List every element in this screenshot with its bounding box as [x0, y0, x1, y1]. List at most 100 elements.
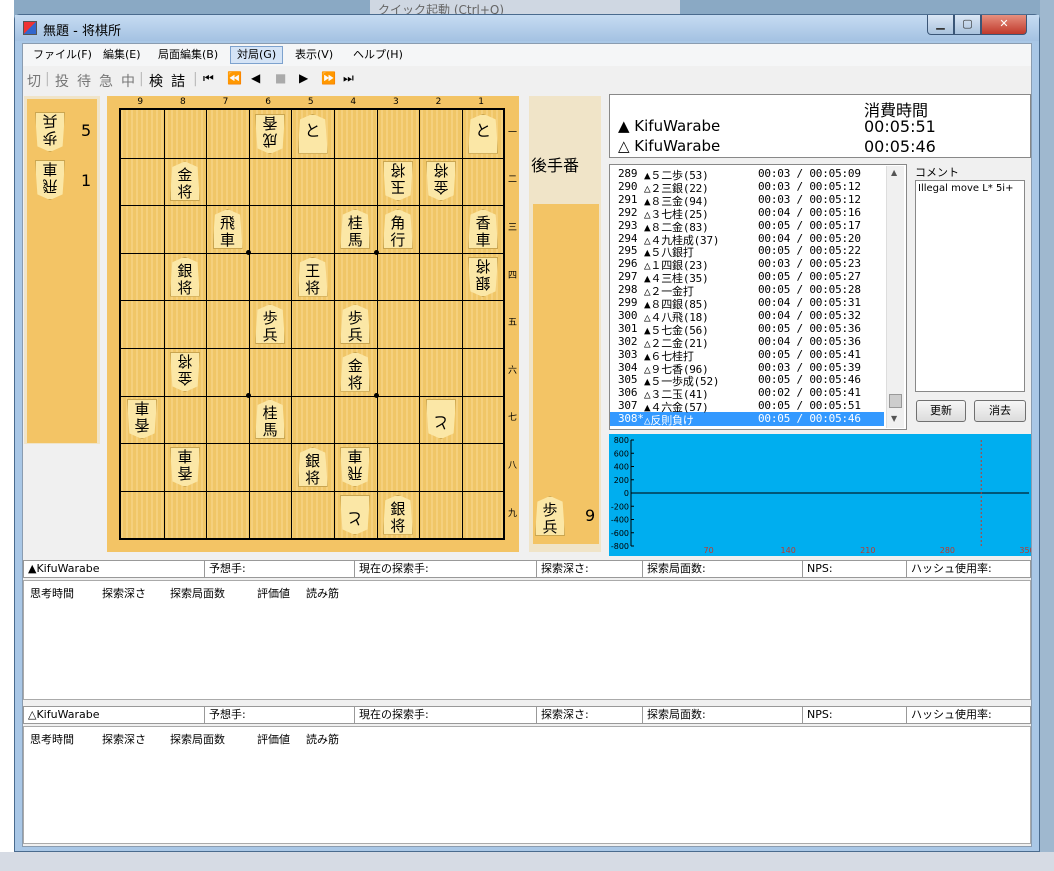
column-header[interactable]: 探索深さ — [102, 585, 146, 601]
gote-piece[interactable]: 香車 — [170, 447, 200, 487]
stop-icon[interactable]: ■ — [275, 71, 286, 85]
column-header[interactable]: 探索局面数 — [170, 585, 225, 601]
gote-hand-piece[interactable]: 飛車 — [35, 160, 65, 200]
column-header[interactable]: 読み筋 — [306, 585, 339, 601]
minimize-button[interactable]: ▁ — [927, 15, 954, 35]
gote-piece[interactable]: と — [340, 495, 370, 535]
column-header[interactable]: 思考時間 — [30, 731, 74, 747]
column-header[interactable]: 評価値 — [257, 731, 290, 747]
sente-piece[interactable]: 銀将 — [382, 494, 413, 535]
sente-piece[interactable]: 桂馬 — [340, 209, 371, 249]
sente-piece[interactable]: 角行 — [382, 209, 413, 249]
client-area: ファイル(F) 編集(E) 局面編集(B) 対局(G) 表示(V) ヘルプ(H)… — [22, 43, 1035, 847]
move-number: 306 — [618, 386, 638, 400]
sente-hand-piece[interactable]: 歩兵 — [535, 496, 565, 536]
column-header[interactable]: 読み筋 — [306, 731, 339, 747]
menu-view[interactable]: 表示(V) — [289, 46, 339, 64]
menu-game[interactable]: 対局(G) — [230, 46, 284, 64]
move-number: 305 — [618, 373, 638, 387]
sente-piece-stand[interactable] — [533, 204, 599, 544]
menu-edit[interactable]: 編集(E) — [97, 46, 147, 64]
move-number: 289 — [618, 167, 638, 180]
turn-indicator: 後手番 — [531, 156, 580, 175]
wait-button[interactable]: 待 — [77, 71, 91, 91]
gote-piece[interactable]: 銀将 — [468, 257, 498, 297]
close-button[interactable]: ✕ — [981, 15, 1027, 35]
move-number: 294 — [618, 231, 638, 245]
comment-label: コメント — [915, 166, 959, 179]
taskbar-strip — [0, 852, 1054, 871]
sente-piece[interactable]: 飛車 — [212, 209, 243, 249]
analyze-button[interactable]: 検 — [149, 71, 163, 91]
evaluation-graph[interactable]: 800 600 400 200 0 -200 -400 -600 -800 70 140 210 280… — [609, 434, 1035, 556]
last-move-icon[interactable]: ⏭ — [343, 71, 354, 86]
column-header[interactable]: 評価値 — [257, 585, 290, 601]
back-icon[interactable]: ◀ — [251, 71, 260, 85]
file-label: 8 — [180, 97, 186, 107]
gote-hand-piece[interactable]: 歩兵 — [35, 112, 65, 152]
cut-button[interactable]: 切 — [27, 71, 41, 91]
grid-line — [206, 110, 208, 538]
gote-piece[interactable]: 金将 — [426, 161, 456, 201]
menu-help[interactable]: ヘルプ(H) — [347, 46, 409, 64]
sente-piece[interactable]: 歩兵 — [255, 304, 286, 345]
comment-textbox[interactable]: Illegal move L* 5i+ — [915, 180, 1025, 392]
gote-piece[interactable]: 香車 — [127, 399, 157, 439]
move-list-scrollbar[interactable]: ▲ ▼ — [886, 166, 904, 428]
grid-line — [121, 205, 503, 207]
scroll-down-icon[interactable]: ▼ — [891, 414, 897, 423]
engine1-pv-table[interactable]: 思考時間 探索深さ 探索局面数 評価値 読み筋 — [23, 580, 1031, 700]
sente-piece[interactable]: 金将 — [340, 351, 371, 392]
engine1-nps: NPS: — [802, 561, 906, 577]
gote-piece[interactable]: 玉将 — [383, 161, 413, 201]
sente-piece[interactable]: 桂馬 — [255, 399, 286, 440]
graph-y-tick: -600 — [611, 529, 629, 538]
sente-piece[interactable]: と — [468, 113, 499, 154]
column-header[interactable]: 探索深さ — [102, 731, 146, 747]
sente-piece[interactable]: 銀将 — [297, 447, 328, 487]
gote-piece[interactable]: と — [426, 399, 456, 439]
gote-piece[interactable]: 成香 — [255, 114, 285, 154]
sente-piece[interactable]: 銀将 — [169, 256, 200, 297]
sente-time: 00:05:51 — [864, 117, 936, 136]
gote-piece[interactable]: 金将 — [170, 352, 200, 392]
sente-piece[interactable]: と — [297, 113, 328, 154]
move-number: 292 — [618, 205, 638, 219]
engine2-pv-table[interactable]: 思考時間 探索深さ 探索局面数 評価値 読み筋 — [23, 726, 1031, 844]
first-move-icon[interactable]: ⏮ — [203, 71, 214, 86]
move-number: 301 — [618, 321, 638, 335]
grid-line — [291, 110, 293, 538]
delete-button[interactable]: 消去 — [974, 400, 1026, 422]
sente-piece[interactable]: 香車 — [468, 209, 499, 249]
graph-y-tick: 400 — [614, 463, 629, 472]
rank-label: 五 — [508, 318, 518, 329]
gote-piece[interactable]: 飛車 — [340, 447, 370, 487]
back-ten-icon[interactable]: ⏪ — [227, 71, 242, 85]
menu-file[interactable]: ファイル(F) — [27, 46, 98, 64]
resign-button[interactable]: 投 — [55, 71, 69, 91]
tsume-button[interactable]: 詰 — [171, 71, 185, 91]
move-time: 00:05 / 00:05:36 — [758, 321, 861, 335]
column-header[interactable]: 思考時間 — [30, 585, 74, 601]
sente-piece[interactable]: 金将 — [169, 161, 200, 202]
scroll-thumb[interactable] — [889, 394, 902, 408]
stop-button[interactable]: 中 — [121, 71, 135, 91]
maximize-button[interactable]: ▢ — [954, 15, 981, 35]
column-header[interactable]: 探索局面数 — [170, 731, 225, 747]
sente-piece[interactable]: 王将 — [297, 256, 328, 297]
sente-piece[interactable]: 歩兵 — [340, 304, 371, 345]
forward-ten-icon[interactable]: ⏩ — [321, 71, 336, 85]
move-list[interactable]: 289 ▲５二歩(53) 00:03 / 00:05:09 290 △２三銀(22) 00… — [609, 164, 907, 430]
gote-piece-stand[interactable] — [27, 99, 97, 443]
scroll-up-icon[interactable]: ▲ — [891, 168, 897, 177]
title-bar[interactable]: 無題 - 将棋所 ▁ ▢ ✕ — [15, 15, 1039, 41]
graph-y-tick: -400 — [611, 516, 629, 525]
move-time: 00:03 / 00:05:09 — [758, 167, 861, 180]
grid-line — [121, 300, 503, 302]
desktop-left-edge — [0, 0, 14, 871]
menu-position-edit[interactable]: 局面編集(B) — [152, 46, 224, 64]
hurry-button[interactable]: 急 — [99, 71, 113, 91]
sente-player-name: ▲ KifuWarabe — [618, 117, 721, 135]
forward-icon[interactable]: ▶ — [299, 71, 308, 85]
update-button[interactable]: 更新 — [916, 400, 966, 422]
